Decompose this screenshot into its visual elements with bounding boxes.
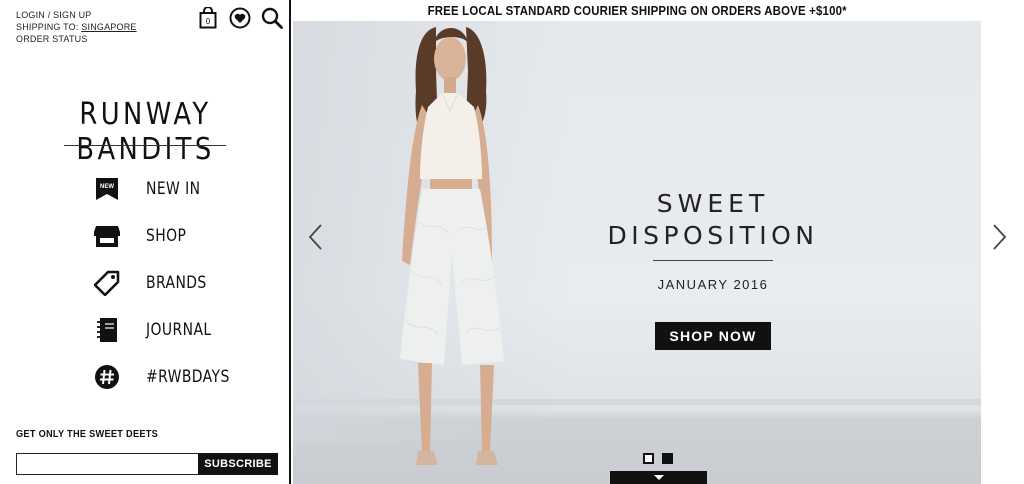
newsletter-title: GET ONLY THE SWEET DEETS [16,429,159,440]
newsletter-email-input[interactable] [16,453,198,475]
wishlist-button[interactable] [228,6,252,30]
subscribe-button[interactable]: SUBSCRIBE [198,453,278,475]
nav-label-shop: SHOP [146,225,187,246]
bag-icon: 0 [199,7,217,29]
shipping-banner-text: FREE LOCAL STANDARD COURIER SHIPPING ON … [427,3,847,18]
shop-now-button[interactable]: SHOP NOW [655,322,771,350]
chevron-right-icon [993,224,1007,250]
shipping-label: SHIPPING TO: [16,22,79,32]
caret-down-icon [653,475,664,480]
login-signup-link[interactable]: LOGIN / SIGN UP [16,10,92,20]
site-logo[interactable]: RUNWAY BANDITS [20,97,270,167]
nav-item-rwbdays[interactable]: #RWBDAYS [92,353,248,400]
price-tag-icon [92,268,122,298]
notebook-icon [92,315,122,345]
slider-dot-1[interactable] [643,453,654,464]
heart-icon [229,7,251,29]
hero-title-line1: SWEET [656,189,770,218]
search-icon [261,7,283,29]
slider-next-button[interactable] [990,222,1010,252]
nav-item-shop[interactable]: SHOP [92,212,248,259]
hero-subtitle: JANUARY 2016 [657,277,769,292]
hashtag-icon [92,362,122,392]
storefront-icon [92,221,122,251]
nav-label-new-in: NEW IN [146,178,201,199]
nav-item-brands[interactable]: BRANDS [92,259,248,306]
search-button[interactable] [260,6,284,30]
order-status-link[interactable]: ORDER STATUS [16,34,88,44]
cart-button[interactable]: 0 [196,6,220,30]
main-nav: NEW NEW IN SHOP BRANDS JOURNAL #RWBDAYS [92,165,248,400]
sidebar: LOGIN / SIGN UP SHIPPING TO: SINGAPORE O… [0,0,291,484]
nav-label-journal: JOURNAL [146,319,212,340]
logo-divider [64,145,226,146]
new-tag-icon: NEW [92,174,122,204]
new-badge-text: NEW [100,184,114,190]
nav-label-brands: BRANDS [146,272,207,293]
slider-prev-button[interactable] [305,222,325,252]
hero-slider: SWEET DISPOSITION JANUARY 2016 SHOP NOW [293,21,981,484]
scroll-down-button[interactable] [610,471,707,484]
slider-dots [643,453,673,464]
nav-item-new-in[interactable]: NEW NEW IN [92,165,248,212]
slider-dot-2[interactable] [662,453,673,464]
hero-copy: SWEET DISPOSITION JANUARY 2016 SHOP NOW [607,188,814,350]
nav-item-journal[interactable]: JOURNAL [92,306,248,353]
hero-model-photo [400,27,504,465]
chevron-left-icon [308,224,322,250]
shipping-banner: FREE LOCAL STANDARD COURIER SHIPPING ON … [293,0,981,21]
hero-title-line2: DISPOSITION [607,221,819,250]
cart-count: 0 [206,17,211,26]
header-tools: 0 [196,6,284,30]
hero-divider [653,260,773,261]
nav-label-rwbdays: #RWBDAYS [146,366,230,387]
newsletter-form: SUBSCRIBE [16,453,278,475]
account-links: LOGIN / SIGN UP SHIPPING TO: SINGAPORE O… [16,9,137,45]
shipping-country-link[interactable]: SINGAPORE [81,22,136,32]
